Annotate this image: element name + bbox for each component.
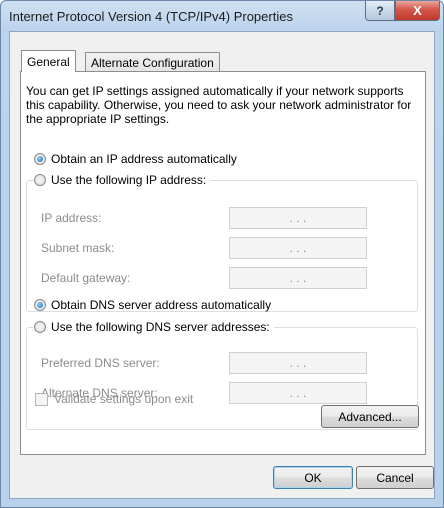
- intro-text: You can get IP settings assigned automat…: [26, 84, 412, 126]
- tab-alternate-configuration[interactable]: Alternate Configuration: [85, 52, 220, 73]
- use-following-dns-label: Use the following DNS server addresses:: [51, 320, 270, 334]
- use-following-ip-label: Use the following IP address:: [51, 173, 207, 187]
- default-gateway-label: Default gateway:: [41, 271, 131, 285]
- default-gateway-field[interactable]: . . .: [229, 267, 367, 289]
- default-gateway-value: . . .: [289, 271, 307, 285]
- help-button[interactable]: ?: [365, 1, 395, 21]
- preferred-dns-value: . . .: [289, 356, 307, 370]
- ip-address-group: Use the following IP address: IP address…: [26, 173, 418, 312]
- obtain-ip-auto-radio[interactable]: Obtain an IP address automatically: [34, 152, 237, 166]
- close-button[interactable]: X: [395, 1, 440, 21]
- ok-button[interactable]: OK: [273, 466, 353, 489]
- alternate-dns-value: . . .: [289, 386, 307, 400]
- validate-settings-checkbox[interactable]: Validate settings upon exit: [35, 392, 193, 406]
- general-tab-panel: You can get IP settings assigned automat…: [20, 71, 426, 455]
- use-following-ip-radio[interactable]: Use the following IP address:: [34, 173, 211, 187]
- preferred-dns-label: Preferred DNS server:: [41, 356, 160, 370]
- preferred-dns-field[interactable]: . . .: [229, 352, 367, 374]
- radio-unselected-icon: [34, 174, 46, 186]
- checkbox-box: [35, 392, 48, 406]
- alternate-dns-field[interactable]: . . .: [229, 382, 367, 404]
- validate-settings-label: Validate settings upon exit: [54, 392, 194, 406]
- subnet-mask-label: Subnet mask:: [41, 241, 115, 255]
- radio-unselected-icon: [34, 321, 46, 333]
- ip-address-value: . . .: [289, 211, 307, 225]
- dialog-client-area: General Alternate Configuration You can …: [9, 31, 435, 499]
- subnet-mask-value: . . .: [289, 241, 307, 255]
- close-icon: X: [413, 3, 422, 18]
- tab-general[interactable]: General: [21, 50, 76, 72]
- subnet-mask-field[interactable]: . . .: [229, 237, 367, 259]
- cancel-button[interactable]: Cancel: [356, 466, 434, 489]
- obtain-dns-auto-label: Obtain DNS server address automatically: [51, 298, 272, 312]
- use-following-dns-radio[interactable]: Use the following DNS server addresses:: [34, 320, 274, 334]
- radio-selected-icon: [34, 153, 46, 165]
- title-bar[interactable]: Internet Protocol Version 4 (TCP/IPv4) P…: [1, 1, 443, 31]
- obtain-ip-auto-label: Obtain an IP address automatically: [51, 152, 237, 166]
- obtain-dns-auto-radio[interactable]: Obtain DNS server address automatically: [34, 298, 271, 312]
- ip-address-label: IP address:: [41, 211, 102, 225]
- help-icon: ?: [376, 3, 384, 18]
- advanced-button[interactable]: Advanced...: [321, 405, 419, 428]
- dialog-window: Internet Protocol Version 4 (TCP/IPv4) P…: [0, 0, 444, 508]
- window-title: Internet Protocol Version 4 (TCP/IPv4) P…: [9, 9, 293, 24]
- radio-selected-icon: [34, 299, 46, 311]
- ip-address-field[interactable]: . . .: [229, 207, 367, 229]
